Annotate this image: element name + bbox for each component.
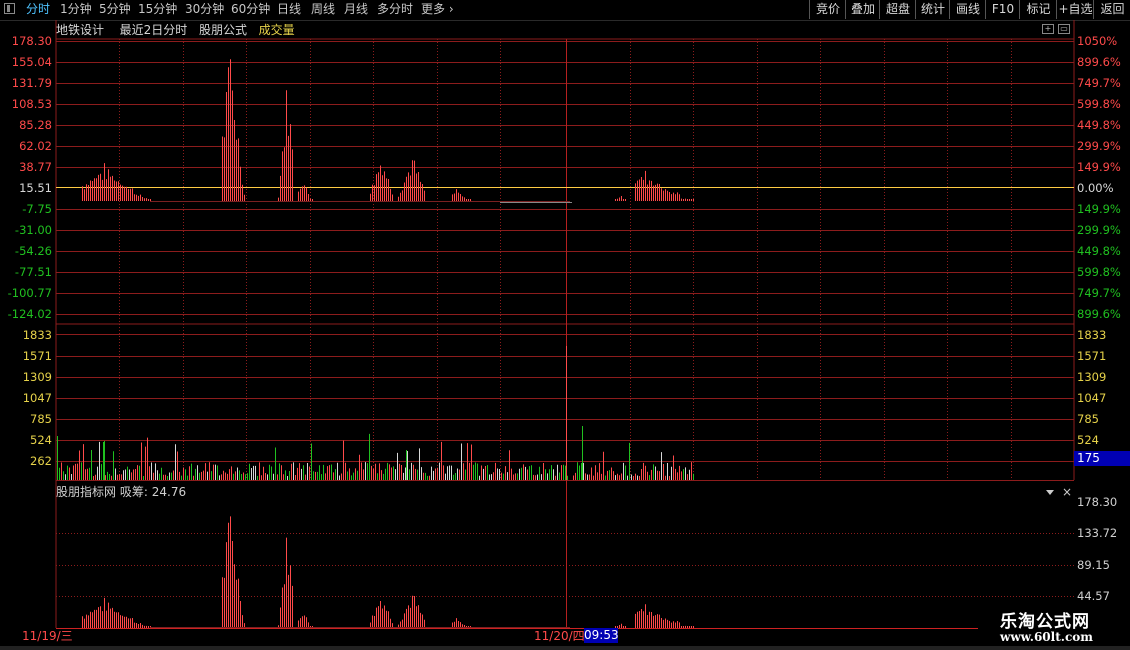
price-tick: -31.00	[14, 223, 52, 237]
volume-tick: 1309	[1077, 370, 1107, 384]
volume-tick: 1047	[22, 391, 52, 405]
date-day2: 11/20/四	[534, 629, 585, 643]
indicator-title: 股朋指标网 吸筹: 24.76	[56, 485, 187, 499]
time-cursor-badge: 09:53	[584, 628, 619, 643]
price-tick: -124.02	[7, 307, 52, 321]
volume-tick: 524	[1077, 433, 1099, 447]
volume-tick: 262	[30, 454, 52, 468]
price-tick: -77.51	[14, 265, 52, 279]
close-icon[interactable]: ×	[1062, 485, 1072, 499]
volume-tick: 785	[30, 412, 52, 426]
indicator-value: 24.76	[151, 485, 187, 499]
percent-tick: 599.8%	[1077, 97, 1121, 111]
percent-tick: 299.9%	[1077, 223, 1121, 237]
dropdown-triangle-icon[interactable]	[1046, 490, 1054, 495]
volume-tick: 1571	[22, 349, 52, 363]
watermark-url: www.60lt.com	[1000, 630, 1093, 644]
percent-tick: 899.6%	[1077, 55, 1121, 69]
price-tick: 108.53	[11, 97, 52, 111]
status-strip	[0, 646, 1130, 650]
volume-tick: 1833	[1077, 328, 1107, 342]
percent-tick: 149.9%	[1077, 160, 1121, 174]
volume-tick: 785	[1077, 412, 1099, 426]
volume-tick: 1571	[1077, 349, 1107, 363]
volume-tick: 1833	[22, 328, 52, 342]
indicator-tick: 44.57	[1077, 589, 1110, 603]
price-tick: -7.75	[22, 202, 52, 216]
intraday-chart	[55, 20, 1075, 629]
percent-tick: 149.9%	[1077, 202, 1121, 216]
indicator-tick: 89.15	[1077, 558, 1110, 572]
indicator-name: 吸筹	[119, 485, 144, 499]
percent-tick: 449.8%	[1077, 244, 1121, 258]
current-volume-badge: 175	[1074, 451, 1130, 466]
percent-tick: 449.8%	[1077, 118, 1121, 132]
percent-tick: 749.7%	[1077, 286, 1121, 300]
price-tick: 178.30	[11, 34, 52, 48]
price-tick: 62.02	[19, 139, 52, 153]
percent-tick: 749.7%	[1077, 76, 1121, 90]
price-tick: -54.26	[14, 244, 52, 258]
indicator-source: 股朋指标网	[56, 485, 117, 499]
price-tick: -100.77	[7, 286, 52, 300]
volume-tick: 1047	[1077, 391, 1107, 405]
percent-tick: 899.6%	[1077, 307, 1121, 321]
indicator-tick: 133.72	[1077, 526, 1118, 540]
volume-tick: 1309	[22, 370, 52, 384]
percent-tick: 1050%	[1077, 34, 1118, 48]
price-tick: 85.28	[19, 118, 52, 132]
price-tick: 131.79	[11, 76, 52, 90]
percent-tick: 299.9%	[1077, 139, 1121, 153]
price-tick: 38.77	[19, 160, 52, 174]
date-day1: 11/19/三	[22, 629, 73, 643]
volume-tick: 524	[30, 433, 52, 447]
indicator-tick: 178.30	[1077, 495, 1118, 509]
price-tick: 15.51	[19, 181, 52, 195]
percent-tick: 599.8%	[1077, 265, 1121, 279]
price-tick: 155.04	[11, 55, 52, 69]
watermark-title: 乐淘公式网	[1000, 612, 1090, 632]
watermark: 乐淘公式网 www.60lt.com	[978, 603, 1130, 650]
percent-tick: 0.00%	[1077, 181, 1114, 195]
